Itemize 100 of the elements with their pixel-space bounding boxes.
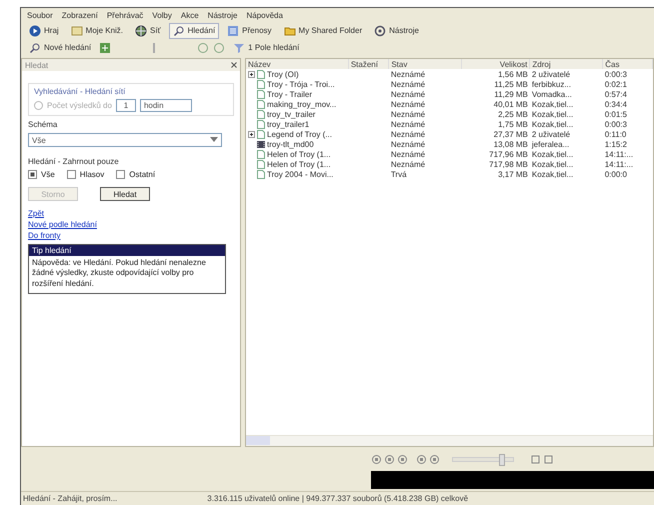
tip-title: Tip hledání — [29, 245, 225, 256]
file-name: Troy - Trója - Troi... — [267, 80, 335, 88]
table-cell-text: Kozak,tiel... — [530, 169, 574, 179]
table-cell-text: 0:01:5 — [604, 109, 628, 119]
file-name: making_troy_mov... — [267, 100, 336, 108]
table-cell-text: 11,25 MB — [493, 79, 529, 89]
count-field[interactable]: 1 — [116, 99, 136, 112]
table-cell-text: Neznámé — [390, 129, 426, 139]
table-cell-text: jeferalea... — [530, 139, 570, 149]
table-cell-text: Kozak,tiel... — [530, 119, 574, 129]
column-header[interactable]: Název — [246, 59, 348, 69]
link[interactable]: Do fronty — [28, 231, 60, 240]
search-button[interactable]: Hledat — [100, 187, 150, 201]
table-cell-text: Trvá — [390, 169, 408, 179]
table-cell: 0:00:3 — [602, 69, 652, 79]
filter-button[interactable]: 1 Pole hledání — [229, 40, 304, 56]
radio-label: Počet výsledků do — [47, 101, 112, 110]
dropdown-arrow-icon — [210, 137, 218, 143]
menu-item[interactable]: Soubor — [27, 10, 53, 20]
column-header[interactable]: Stažení — [348, 59, 389, 69]
new-search-button[interactable]: Nové hledání — [25, 40, 96, 56]
table-cell-text: 1:15:2 — [604, 139, 628, 149]
toolbar-button[interactable]: Moje Kniž. — [66, 22, 128, 38]
table-cell-text: 27,37 MB — [492, 129, 529, 139]
toolbar-button[interactable]: Hraj — [25, 22, 63, 38]
add-icon — [99, 42, 112, 54]
menu-item[interactable]: Nástroje — [208, 10, 238, 20]
menu-item[interactable]: Nápověda — [246, 10, 283, 20]
toolbar-button[interactable]: My Shared Folder — [280, 22, 366, 38]
table-cell-text: 13,08 MB — [492, 139, 529, 149]
table-cell-text: 1,75 MB — [497, 119, 529, 129]
file-name: Helen of Troy (1... — [267, 150, 331, 158]
schema-label: Schéma — [28, 120, 58, 129]
search-icon — [172, 24, 185, 36]
toolbar-button[interactable]: Hledání — [168, 22, 220, 38]
close-button[interactable] — [231, 60, 237, 70]
globe-icon — [135, 24, 148, 36]
table-cell-text: Neznámé — [390, 159, 426, 169]
table-cell-text: Vomadka... — [530, 89, 573, 99]
toolbar-button[interactable]: Přenosy — [223, 22, 276, 38]
column-header[interactable]: Velikost — [462, 59, 530, 69]
column-header[interactable]: Zdroj — [530, 59, 603, 69]
film-icon — [257, 140, 265, 148]
checkbox-label: Ostatní — [129, 170, 156, 179]
checkbox[interactable] — [66, 170, 76, 179]
menu-item[interactable]: Přehrávač — [106, 10, 144, 20]
table-cell-text: 0:34:4 — [604, 99, 628, 109]
file-name: troy-tlt_md00 — [267, 140, 314, 148]
link[interactable]: Zpět — [28, 209, 44, 218]
table-cell-text: 717,98 MB — [488, 159, 529, 169]
table-cell-text: Neznámé — [390, 149, 426, 159]
filter-icon — [233, 42, 246, 54]
table-cell-text: 717,96 MB — [488, 149, 529, 159]
table-cell-text: Neznámé — [390, 99, 426, 109]
tip-text: Nápověda: ve Hledání. Pokud hledání nenalezne žádné výsledky, zkuste odpovídající volby pro rozšíření hledání. — [31, 257, 207, 290]
filter-label: Hledání - Zahrnout pouze — [28, 157, 120, 166]
menu-item[interactable]: Volby — [152, 10, 172, 20]
table-cell-text: 0:00:3 — [604, 119, 628, 129]
file-name: Troy - Trailer — [267, 90, 312, 98]
link[interactable]: Nové podle hledání — [28, 220, 97, 229]
table-cell: 2 uživatelé — [530, 69, 603, 79]
table-cell-text: Neznámé — [390, 89, 426, 99]
expand-icon — [248, 70, 255, 78]
file-name: Helen of Troy (1... — [267, 160, 331, 168]
table-cell-text: Kozak,tiel... — [530, 109, 574, 119]
file-name: troy_trailer1 — [267, 120, 310, 128]
menu-item[interactable]: Akce — [180, 10, 199, 20]
checkbox[interactable] — [116, 170, 126, 179]
column-header[interactable]: Stav — [388, 59, 462, 69]
file-name: Troy 2004 - Movi... — [267, 170, 334, 178]
table-cell-text: 11,29 MB — [493, 89, 529, 99]
unit-dropdown[interactable]: hodin — [140, 99, 192, 112]
file-name: Troy (OI) — [267, 70, 299, 78]
menu-item[interactable]: Zobrazení — [62, 10, 98, 20]
radio-button[interactable] — [34, 101, 43, 110]
table-cell-text: 0:00:0 — [604, 169, 628, 179]
table-cell-text: 14:11:... — [604, 149, 634, 159]
horizontal-scrollbar[interactable] — [246, 435, 653, 446]
table-cell-text: Neznámé — [390, 109, 426, 119]
search-icon — [29, 42, 41, 54]
list-icon — [227, 24, 240, 36]
status-text: Hledání - Zahájit, prosím... — [23, 494, 118, 503]
toolbar-button[interactable]: Nástroje — [370, 22, 423, 38]
table-cell-text: Kozak,tiel... — [530, 159, 574, 169]
settings-icon — [374, 24, 386, 36]
schema-dropdown[interactable]: Vše — [28, 133, 222, 147]
table-cell-text: 2,25 MB — [497, 109, 529, 119]
table-cell-text: ferbibkuz... — [530, 79, 572, 89]
file-name: troy_tv_trailer — [267, 110, 316, 118]
play-icon — [29, 24, 41, 36]
table-cell-text: Kozak,tiel... — [530, 99, 574, 109]
checkbox[interactable] — [28, 170, 37, 179]
table-cell-text: 0:11:0 — [604, 129, 628, 139]
table-cell-text: Neznámé — [390, 119, 426, 129]
toolbar-button[interactable]: Síť — [131, 22, 165, 38]
column-header[interactable]: Čas — [602, 59, 652, 69]
group-label: Vyhledávání - Hledání sítí — [34, 87, 126, 96]
expand-icon — [248, 130, 255, 138]
table-cell-text: 14:11:... — [604, 159, 634, 169]
table-cell-text: 0:02:1 — [604, 79, 628, 89]
